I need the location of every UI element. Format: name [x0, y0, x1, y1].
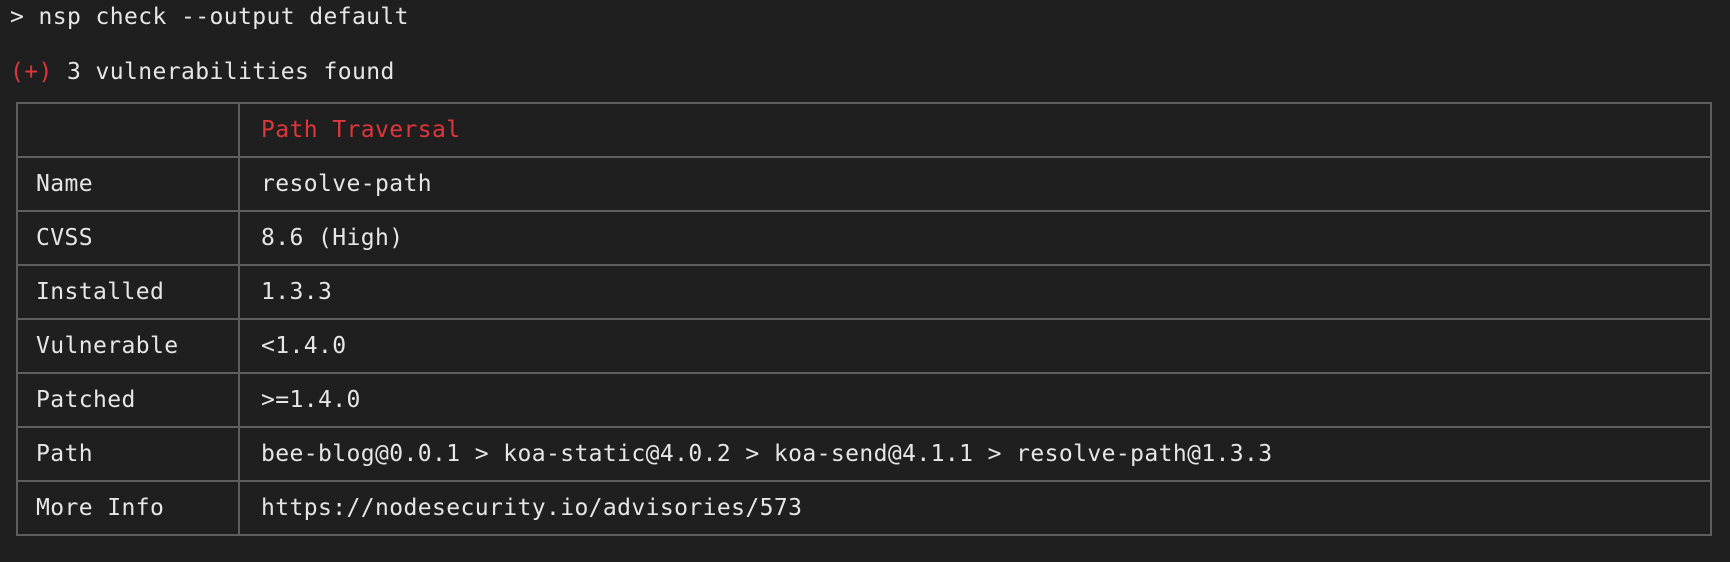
terminal-window[interactable]: > nsp check --output default (+) 3 vulne…: [0, 0, 1730, 562]
row-key: Path: [16, 426, 240, 482]
row-value: <1.4.0: [238, 318, 1712, 374]
row-value: >=1.4.0: [238, 372, 1712, 428]
row-key: More Info: [16, 480, 240, 536]
advisory-table: Path Traversal Name resolve-path CVSS 8.…: [16, 102, 1712, 536]
table-row: Patched >=1.4.0: [16, 372, 1712, 428]
table-row: More Info https://nodesecurity.io/adviso…: [16, 480, 1712, 536]
header-empty-cell: [16, 102, 240, 158]
summary-line: (+) 3 vulnerabilities found: [10, 61, 395, 84]
row-value: 1.3.3: [238, 264, 1712, 320]
row-value: resolve-path: [238, 156, 1712, 212]
command-line: > nsp check --output default: [10, 6, 409, 29]
row-value: bee-blog@0.0.1 > koa-static@4.0.2 > koa-…: [238, 426, 1712, 482]
summary-marker: (+): [10, 59, 53, 85]
advisory-link[interactable]: https://nodesecurity.io/advisories/573: [238, 480, 1712, 536]
table-row: CVSS 8.6 (High): [16, 210, 1712, 266]
table-row: Path bee-blog@0.0.1 > koa-static@4.0.2 >…: [16, 426, 1712, 482]
summary-text: 3 vulnerabilities found: [67, 59, 395, 85]
command-text: nsp check --output default: [38, 4, 409, 30]
advisory-title: Path Traversal: [238, 102, 1712, 158]
row-key: Name: [16, 156, 240, 212]
row-key: CVSS: [16, 210, 240, 266]
table-row-header: Path Traversal: [16, 102, 1712, 158]
row-key: Vulnerable: [16, 318, 240, 374]
prompt-symbol: >: [10, 4, 25, 30]
table-row: Name resolve-path: [16, 156, 1712, 212]
row-value: 8.6 (High): [238, 210, 1712, 266]
table-row: Vulnerable <1.4.0: [16, 318, 1712, 374]
row-key: Patched: [16, 372, 240, 428]
table-row: Installed 1.3.3: [16, 264, 1712, 320]
row-key: Installed: [16, 264, 240, 320]
